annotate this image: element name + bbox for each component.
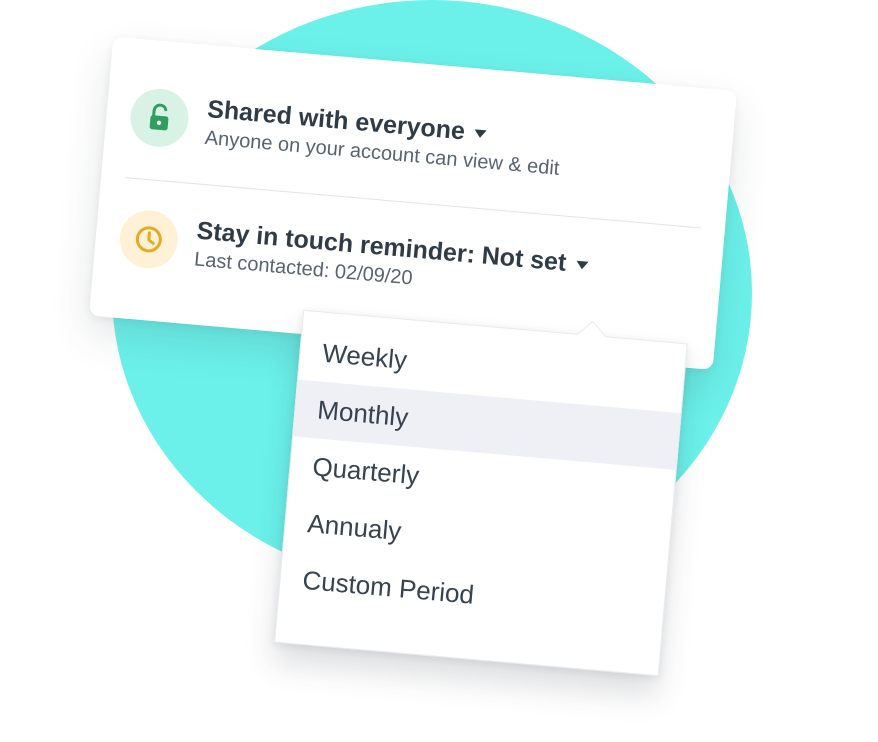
reminder-text: Stay in touch reminder: Not set Last con…: [193, 216, 589, 305]
reminder-row[interactable]: Stay in touch reminder: Not set Last con…: [117, 207, 700, 316]
lock-open-icon: [128, 86, 191, 150]
chevron-down-icon[interactable]: [575, 260, 589, 270]
sharing-row[interactable]: Shared with everyone Anyone on your acco…: [128, 86, 711, 194]
sharing-text: Shared with everyone Anyone on your acco…: [204, 95, 563, 181]
clock-icon: [117, 207, 181, 271]
reminder-frequency-menu: Weekly Monthly Quarterly Annualy Custom …: [274, 309, 688, 677]
chevron-down-icon[interactable]: [474, 129, 488, 139]
